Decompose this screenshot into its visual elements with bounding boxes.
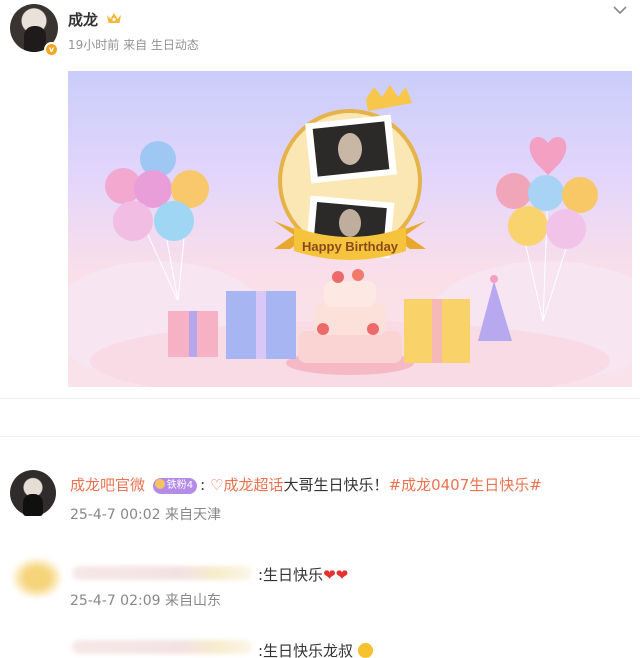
comment-item: :生日快乐龙叔 xyxy=(0,638,640,658)
comment-content: 成龙吧官微 铁粉4: ♡成龙超话大哥生日快乐！#成龙0407生日快乐# xyxy=(70,474,542,495)
verified-badge: v xyxy=(44,42,59,57)
commenter-avatar-blurred[interactable] xyxy=(12,558,62,598)
chevron-down-icon[interactable] xyxy=(612,4,628,16)
heart-emoji: ❤❤ xyxy=(323,566,349,584)
comment-content: :生日快乐❤❤ xyxy=(258,564,348,585)
comment-text: 大哥生日快乐！ xyxy=(283,476,389,494)
supertopic-icon: ♡ xyxy=(210,476,224,494)
supertopic-label: 成龙超话 xyxy=(223,476,284,494)
birthday-banner-image[interactable]: Happy Birthday xyxy=(68,71,632,387)
post-meta: 19小时前 来自 生日动态 xyxy=(68,38,199,52)
fan-badge: 铁粉4 xyxy=(152,477,198,494)
comment-item: 成龙吧官微 铁粉4: ♡成龙超话大哥生日快乐！#成龙0407生日快乐# 25-4… xyxy=(0,462,640,532)
fan-badge-label: 铁粉4 xyxy=(166,479,194,491)
comment-separator: : xyxy=(200,476,206,494)
supertopic-link[interactable]: ♡成龙超话 xyxy=(210,476,283,494)
commenter-name-blurred[interactable] xyxy=(72,566,252,580)
crown-icon xyxy=(107,13,121,23)
comment-content: :生日快乐龙叔 xyxy=(258,640,373,658)
section-divider xyxy=(0,398,640,399)
fan-badge-icon xyxy=(154,478,165,489)
comment-timestamp: 25-4-7 00:02 来自天津 xyxy=(70,507,221,523)
section-divider xyxy=(0,436,640,437)
comment-timestamp: 25-4-7 02:09 来自山东 xyxy=(70,593,221,609)
comment-item: :生日快乐❤❤ 25-4-7 02:09 来自山东 xyxy=(0,552,640,618)
commenter-name-blurred[interactable] xyxy=(72,640,252,654)
post-header: v 成龙 19小时前 来自 生日动态 xyxy=(0,0,640,66)
crying-emoji-icon xyxy=(357,643,373,658)
hashtag-link[interactable]: #成龙0407生日快乐# xyxy=(389,476,542,494)
banner-caption: Happy Birthday xyxy=(302,239,399,254)
commenter-name[interactable]: 成龙吧官微 xyxy=(70,476,145,494)
comment-text: :生日快乐 xyxy=(258,566,324,584)
commenter-avatar[interactable] xyxy=(10,470,56,516)
comment-text: :生日快乐龙叔 xyxy=(258,642,354,658)
author-name[interactable]: 成龙 xyxy=(68,9,98,30)
